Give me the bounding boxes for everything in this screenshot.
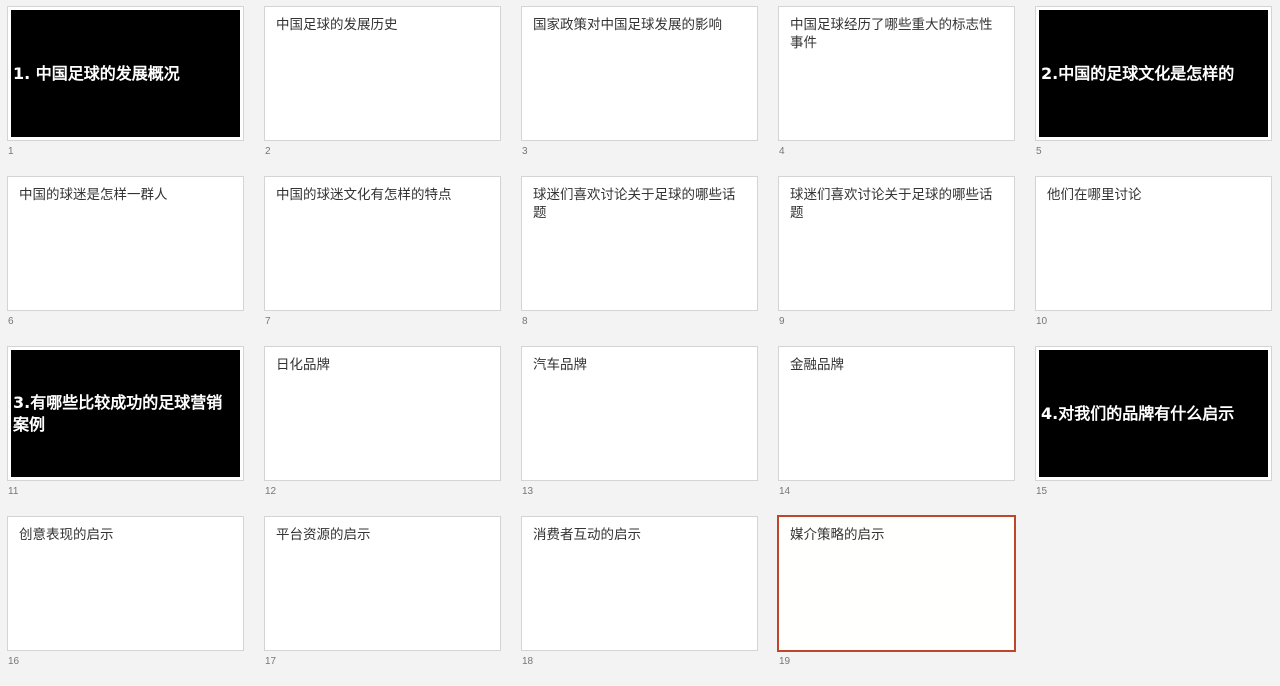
slide-title: 2.中国的足球文化是怎样的 [1041,63,1235,83]
slide-title: 中国的球迷文化有怎样的特点 [276,187,452,203]
slide-title: 1. 中国足球的发展概况 [13,63,180,83]
slide-cell: 球迷们喜欢讨论关于足球的哪些话题 9 [778,176,1015,346]
slide-sorter-grid: 1. 中国足球的发展概况 1 中国足球的发展历史 2 国家政策对中国足球发展的影… [7,6,1272,686]
slide-cell: 汽车品牌 13 [521,346,758,516]
slide-thumbnail-1[interactable]: 1. 中国足球的发展概况 [7,6,244,141]
slide-thumbnail-13[interactable]: 汽车品牌 [521,346,758,481]
slide-number: 15 [1036,486,1048,497]
slide-cell: 中国足球的发展历史 2 [264,6,501,176]
slide-number: 1 [8,146,14,157]
slide-cell: 中国的球迷文化有怎样的特点 7 [264,176,501,346]
slide-thumbnail-4[interactable]: 中国足球经历了哪些重大的标志性事件 [778,6,1015,141]
slide-number: 12 [265,486,277,497]
slide-cell: 日化品牌 12 [264,346,501,516]
slide-cell: 4.对我们的品牌有什么启示 15 [1035,346,1272,516]
slide-cell: 球迷们喜欢讨论关于足球的哪些话题 8 [521,176,758,346]
slide-thumbnail-9[interactable]: 球迷们喜欢讨论关于足球的哪些话题 [778,176,1015,311]
slide-number: 11 [8,486,19,497]
slide-thumbnail-19-selected[interactable]: 媒介策略的启示 [777,515,1016,652]
slide-title: 创意表现的启示 [19,527,114,543]
slide-title: 4.对我们的品牌有什么启示 [1041,403,1235,423]
slide-thumbnail-16[interactable]: 创意表现的启示 [7,516,244,651]
slide-thumbnail-18[interactable]: 消费者互动的启示 [521,516,758,651]
slide-title: 汽车品牌 [533,357,587,373]
slide-number: 14 [779,486,791,497]
slide-number: 10 [1036,316,1048,327]
slide-title: 球迷们喜欢讨论关于足球的哪些话题 [533,187,736,221]
slide-thumbnail-10[interactable]: 他们在哪里讨论 [1035,176,1272,311]
slide-title: 国家政策对中国足球发展的影响 [533,17,722,33]
slide-thumbnail-7[interactable]: 中国的球迷文化有怎样的特点 [264,176,501,311]
slide-thumbnail-5[interactable]: 2.中国的足球文化是怎样的 [1035,6,1272,141]
slide-number: 19 [779,656,791,667]
slide-cell: 国家政策对中国足球发展的影响 3 [521,6,758,176]
slide-title: 媒介策略的启示 [790,527,885,543]
slide-number: 3 [522,146,528,157]
slide-title: 中国足球的发展历史 [276,17,398,33]
slide-number: 16 [8,656,20,667]
slide-thumbnail-11[interactable]: 3.有哪些比较成功的足球营销案例 [7,346,244,481]
slide-number: 2 [265,146,271,157]
slide-cell: 平台资源的启示 17 [264,516,501,686]
slide-number: 4 [779,146,785,157]
slide-cell: 创意表现的启示 16 [7,516,244,686]
slide-thumbnail-14[interactable]: 金融品牌 [778,346,1015,481]
slide-title: 他们在哪里讨论 [1047,187,1142,203]
slide-title: 日化品牌 [276,357,330,373]
slide-number: 17 [265,656,277,667]
slide-cell: 中国的球迷是怎样一群人 6 [7,176,244,346]
slide-cell: 3.有哪些比较成功的足球营销案例 11 [7,346,244,516]
slide-thumbnail-12[interactable]: 日化品牌 [264,346,501,481]
slide-cell: 消费者互动的启示 18 [521,516,758,686]
slide-number: 13 [522,486,534,497]
slide-cell: 1. 中国足球的发展概况 1 [7,6,244,176]
slide-thumbnail-2[interactable]: 中国足球的发展历史 [264,6,501,141]
slide-cell: 2.中国的足球文化是怎样的 5 [1035,6,1272,176]
slide-title: 金融品牌 [790,357,844,373]
slide-title: 中国足球经历了哪些重大的标志性事件 [790,17,993,51]
slide-number: 18 [522,656,534,667]
slide-cell: 媒介策略的启示 19 [777,515,1016,686]
slide-number: 5 [1036,146,1042,157]
slide-thumbnail-3[interactable]: 国家政策对中国足球发展的影响 [521,6,758,141]
slide-cell: 中国足球经历了哪些重大的标志性事件 4 [778,6,1015,176]
slide-number: 6 [8,316,14,327]
slide-cell: 金融品牌 14 [778,346,1015,516]
slide-title: 球迷们喜欢讨论关于足球的哪些话题 [790,187,993,221]
section-slide-background: 3.有哪些比较成功的足球营销案例 [11,350,240,477]
slide-title: 3.有哪些比较成功的足球营销案例 [13,392,223,434]
slide-number: 9 [779,316,785,327]
slide-number: 8 [522,316,528,327]
slide-cell: 他们在哪里讨论 10 [1035,176,1272,346]
slide-thumbnail-6[interactable]: 中国的球迷是怎样一群人 [7,176,244,311]
section-slide-background: 1. 中国足球的发展概况 [11,10,240,137]
section-slide-background: 4.对我们的品牌有什么启示 [1039,350,1268,477]
slide-thumbnail-17[interactable]: 平台资源的启示 [264,516,501,651]
slide-thumbnail-8[interactable]: 球迷们喜欢讨论关于足球的哪些话题 [521,176,758,311]
slide-number: 7 [265,316,271,327]
slide-title: 消费者互动的启示 [533,527,641,543]
section-slide-background: 2.中国的足球文化是怎样的 [1039,10,1268,137]
slide-title: 平台资源的启示 [276,527,371,543]
slide-title: 中国的球迷是怎样一群人 [19,187,168,203]
slide-thumbnail-15[interactable]: 4.对我们的品牌有什么启示 [1035,346,1272,481]
